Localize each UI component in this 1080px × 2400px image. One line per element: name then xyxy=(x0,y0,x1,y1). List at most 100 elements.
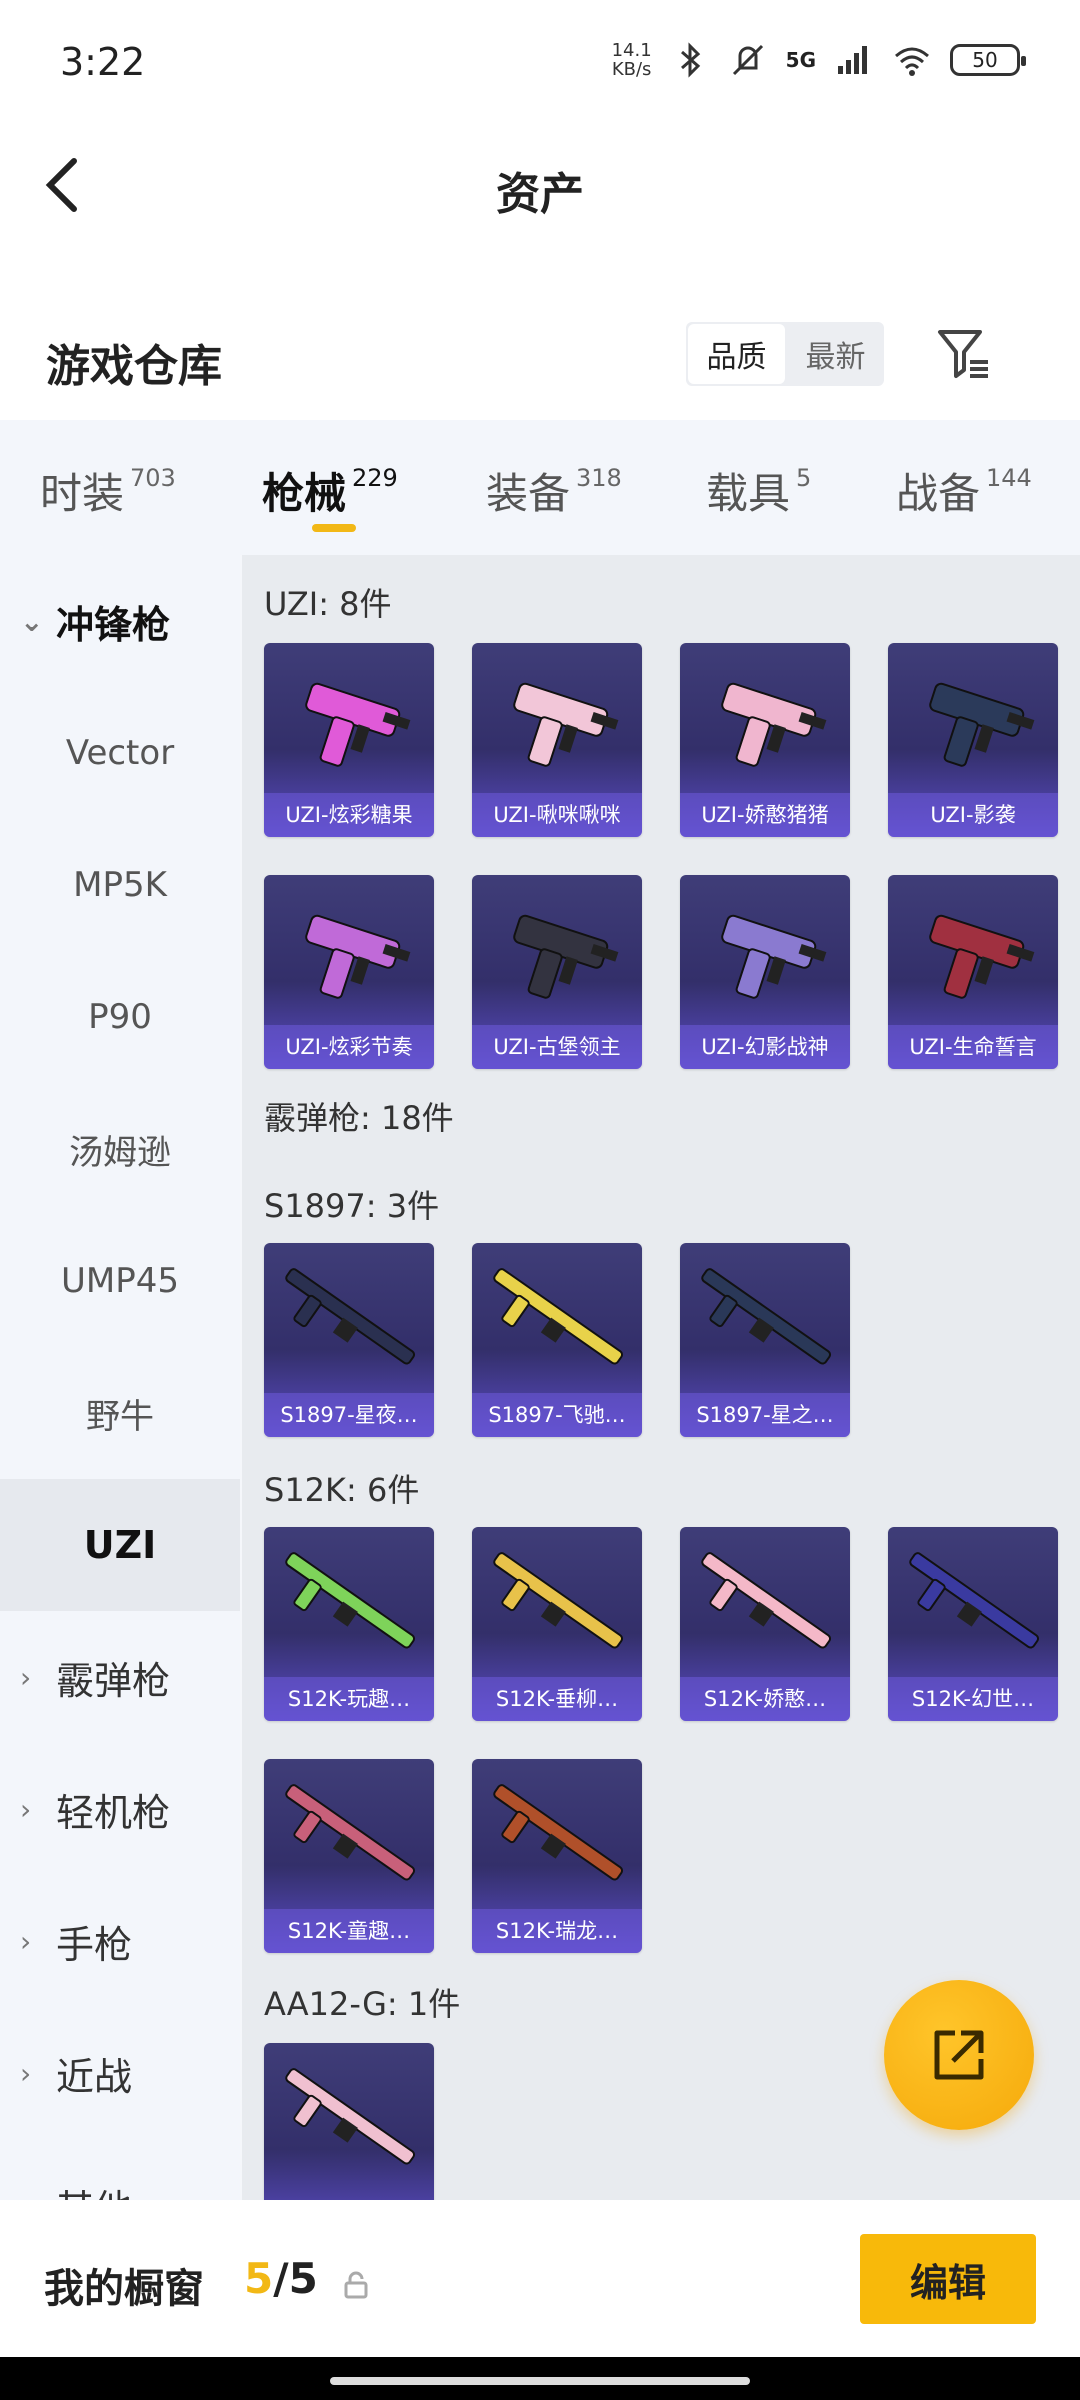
weapon-image xyxy=(285,1268,416,1365)
weapon-card[interactable]: S1897-星之… xyxy=(680,1243,850,1437)
weapon-card[interactable]: S12K-幻世… xyxy=(888,1527,1058,1721)
weapon-card[interactable]: S1897-星夜… xyxy=(264,1243,434,1437)
sort-toggle: 品质 最新 xyxy=(686,322,884,386)
nav-bar xyxy=(0,2357,1080,2400)
tab-firearms[interactable]: 枪械 229 xyxy=(262,460,398,521)
signal-icon xyxy=(838,46,867,74)
sidebar-item-shotgun[interactable]: › 霰弹枪 xyxy=(0,1611,240,1743)
weapon-image xyxy=(493,1552,624,1649)
weapon-card[interactable]: UZI-影袭 xyxy=(888,643,1058,837)
weapon-card-label: S1897-星夜… xyxy=(264,1393,434,1437)
chevron-right-icon: › xyxy=(20,2189,42,2201)
tab-fashion[interactable]: 时装 703 xyxy=(40,460,176,521)
lock-icon xyxy=(344,2271,368,2299)
wifi-icon xyxy=(895,47,929,76)
weapon-card[interactable]: UZI-幻影战神 xyxy=(680,875,850,1069)
sidebar-item-uzi[interactable]: UZI xyxy=(0,1479,240,1611)
weapon-card-label: S1897-星之… xyxy=(680,1393,850,1437)
weapon-card-label: S12K-娇憨… xyxy=(680,1677,850,1721)
share-icon xyxy=(934,2030,984,2080)
warehouse-bar: 游戏仓库 品质 最新 xyxy=(0,250,1080,420)
weapon-image xyxy=(929,682,1035,767)
battery-icon: 50 xyxy=(950,44,1026,76)
mute-icon xyxy=(732,44,763,76)
chevron-right-icon: › xyxy=(20,1792,32,1826)
chevron-right-icon: › xyxy=(20,2056,32,2090)
share-button[interactable] xyxy=(884,1980,1034,2130)
section-title-aa12: AA12-G: 1件 xyxy=(264,1985,461,2023)
weapon-image xyxy=(305,682,411,767)
weapon-card[interactable] xyxy=(264,2043,434,2200)
weapon-image xyxy=(701,1552,832,1649)
filter-icon[interactable] xyxy=(934,324,994,384)
weapon-card-label: UZI-影袭 xyxy=(888,793,1058,837)
sidebar-item-other[interactable]: ›其他 xyxy=(0,2139,240,2201)
sidebar-item-vector[interactable]: Vector xyxy=(0,687,240,819)
weapon-image xyxy=(721,682,827,767)
chevron-down-icon: ⌄ xyxy=(20,604,44,638)
showcase-footer: 我的橱窗 5/5 编辑 xyxy=(0,2200,1080,2357)
weapon-card[interactable]: UZI-炫彩节奏 xyxy=(264,875,434,1069)
weapon-card-label: UZI-古堡领主 xyxy=(472,1025,642,1069)
weapon-card[interactable]: S1897-飞驰… xyxy=(472,1243,642,1437)
tab-indicator xyxy=(312,524,356,532)
weapon-image xyxy=(513,682,619,767)
weapon-image xyxy=(285,1552,416,1649)
weapon-card-label: UZI-炫彩糖果 xyxy=(264,793,434,837)
tab-vehicles[interactable]: 载具 5 xyxy=(706,460,811,521)
sidebar-item-melee[interactable]: › 近战 xyxy=(0,2007,240,2139)
weapon-image xyxy=(305,914,411,999)
weapon-image xyxy=(909,1552,1040,1649)
sidebar-item-bizon[interactable]: 野牛 xyxy=(0,1347,240,1479)
sidebar-item-thompson[interactable]: 汤姆逊 xyxy=(0,1083,240,1215)
weapon-image xyxy=(285,2068,416,2165)
weapon-card-label: S12K-幻世… xyxy=(888,1677,1058,1721)
weapon-card[interactable]: UZI-炫彩糖果 xyxy=(264,643,434,837)
sidebar-item-p90[interactable]: P90 xyxy=(0,951,240,1083)
sidebar-item-pistol[interactable]: › 手枪 xyxy=(0,1875,240,2007)
weapon-card-label: S1897-飞驰… xyxy=(472,1393,642,1437)
weapon-card[interactable]: S12K-垂柳… xyxy=(472,1527,642,1721)
weapon-card-label: UZI-啾咪啾咪 xyxy=(472,793,642,837)
sidebar-item-lmg[interactable]: › 轻机枪 xyxy=(0,1743,240,1875)
weapon-card[interactable]: UZI-古堡领主 xyxy=(472,875,642,1069)
section-title-s1897: S1897: 3件 xyxy=(264,1187,440,1225)
sidebar-item-mp5k[interactable]: MP5K xyxy=(0,819,240,951)
weapon-card[interactable]: S12K-瑞龙… xyxy=(472,1759,642,1953)
weapon-card-label: UZI-炫彩节奏 xyxy=(264,1025,434,1069)
weapon-card-label: UZI-幻影战神 xyxy=(680,1025,850,1069)
weapon-card[interactable]: S12K-玩趣… xyxy=(264,1527,434,1721)
weapon-image xyxy=(493,1268,624,1365)
weapon-card[interactable]: UZI-生命誓言 xyxy=(888,875,1058,1069)
weapon-card[interactable]: S12K-童趣… xyxy=(264,1759,434,1953)
section-title-uzi: UZI: 8件 xyxy=(264,585,392,623)
tab-equipment[interactable]: 装备 318 xyxy=(486,460,622,521)
edit-button[interactable]: 编辑 xyxy=(860,2234,1036,2324)
status-time: 3:22 xyxy=(60,40,146,84)
sidebar-item-ump45[interactable]: UMP45 xyxy=(0,1215,240,1347)
warehouse-title: 游戏仓库 xyxy=(46,341,222,392)
weapon-image xyxy=(493,1784,624,1881)
showcase-label: 我的橱窗 xyxy=(44,2266,204,2312)
weapon-image xyxy=(513,914,619,999)
weapon-card[interactable]: UZI-啾咪啾咪 xyxy=(472,643,642,837)
weapon-sidebar: ⌄ 冲锋枪 Vector MP5K P90 汤姆逊 UMP45 野牛 UZI › 霰… xyxy=(0,555,240,2200)
net-speed: 14.1 KB/s xyxy=(611,40,652,80)
network-type: 5G xyxy=(785,48,816,72)
sort-quality[interactable]: 品质 xyxy=(688,324,785,384)
weapon-card-label: S12K-垂柳… xyxy=(472,1677,642,1721)
page-title: 资产 xyxy=(496,169,584,220)
weapon-image xyxy=(929,914,1035,999)
weapon-grid: UZI: 8件 霰弹枪: 18件 S1897: 3件 S12K: 6件 AA12… xyxy=(242,555,1080,2200)
bluetooth-icon xyxy=(680,42,700,78)
weapon-image xyxy=(701,1268,832,1365)
section-title-shotgun: 霰弹枪: 18件 xyxy=(264,1099,454,1137)
weapon-card[interactable]: UZI-娇憨猪猪 xyxy=(680,643,850,837)
weapon-card-label: S12K-童趣… xyxy=(264,1909,434,1953)
home-indicator[interactable] xyxy=(330,2377,750,2385)
tab-supplies[interactable]: 战备 144 xyxy=(896,460,1032,521)
sidebar-item-smg[interactable]: ⌄ 冲锋枪 xyxy=(0,555,240,687)
chevron-right-icon: › xyxy=(20,1924,32,1958)
sort-newest[interactable]: 最新 xyxy=(787,322,884,386)
weapon-card[interactable]: S12K-娇憨… xyxy=(680,1527,850,1721)
